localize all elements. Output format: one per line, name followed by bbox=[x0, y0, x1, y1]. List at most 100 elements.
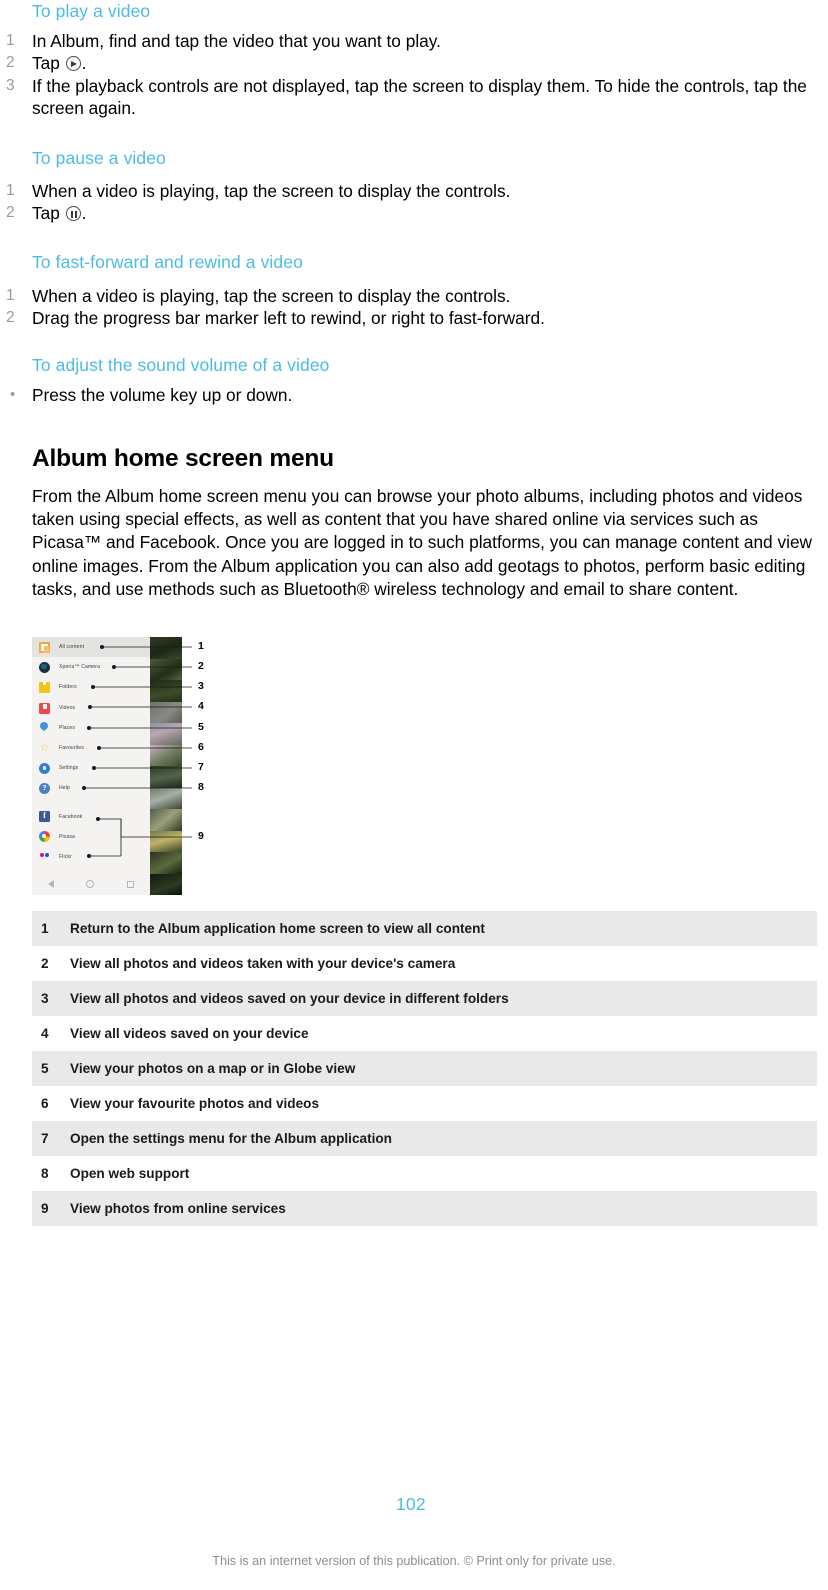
drawer-item-label: Places bbox=[59, 724, 76, 731]
drawer-item-label: Xperia™ Camera bbox=[59, 664, 101, 671]
callout-number: 8 bbox=[198, 781, 204, 793]
album-menu-figure: All content Xperia™ Camera Folders Video… bbox=[32, 637, 222, 895]
drawer-item-help[interactable]: ? Help bbox=[32, 778, 150, 798]
android-navigation-bar bbox=[32, 873, 150, 895]
help-icon: ? bbox=[39, 782, 50, 794]
list-number: 2 bbox=[6, 309, 15, 327]
steps-to-adjust-the-sound-volume: • Press the volume key up or down. bbox=[0, 384, 828, 406]
album-navigation-drawer: All content Xperia™ Camera Folders Video… bbox=[32, 637, 150, 895]
thumbnail bbox=[150, 830, 182, 852]
home-icon[interactable] bbox=[86, 880, 95, 888]
table-row: 6 View your favourite photos and videos bbox=[32, 1086, 817, 1121]
drawer-item-facebook[interactable]: f Facebook bbox=[32, 807, 150, 827]
list-text-before: Tap bbox=[32, 203, 65, 224]
callout-number: 9 bbox=[198, 830, 204, 842]
table-row: 4 View all videos saved on your device bbox=[32, 1016, 817, 1051]
facebook-icon: f bbox=[39, 811, 50, 823]
steps-to-play-a-video: 1 In Album, find and tap the video that … bbox=[0, 30, 828, 120]
legend-number: 2 bbox=[41, 956, 49, 971]
list-text-after: . bbox=[81, 53, 87, 74]
page-title: Album home screen menu bbox=[32, 445, 334, 472]
thumbnail bbox=[150, 637, 182, 659]
list-text: If the playback controls are not display… bbox=[32, 75, 807, 119]
legend-number: 4 bbox=[41, 1026, 49, 1041]
legend-description: View your favourite photos and videos bbox=[70, 1096, 320, 1111]
drawer-item-picasa[interactable]: Picasa bbox=[32, 827, 150, 847]
list-text: Drag the progress bar marker left to rew… bbox=[32, 308, 545, 329]
steps-to-pause-a-video: 1 When a video is playing, tap the scree… bbox=[0, 180, 828, 225]
table-row: 3 View all photos and videos saved on yo… bbox=[32, 981, 817, 1016]
list-text: When a video is playing, tap the screen … bbox=[32, 181, 511, 201]
recents-icon[interactable] bbox=[126, 880, 134, 888]
star-icon: ☆ bbox=[39, 741, 50, 754]
drawer-item-label: Settings bbox=[59, 765, 79, 772]
thumbnail bbox=[150, 873, 182, 895]
list-text: Press the volume key up or down. bbox=[32, 385, 293, 405]
drawer-item-places[interactable]: Places bbox=[32, 718, 150, 738]
legend-description: Open web support bbox=[70, 1166, 190, 1181]
list-text-after: . bbox=[81, 203, 87, 224]
legend-description: View your photos on a map or in Globe vi… bbox=[70, 1051, 817, 1086]
thumbnail bbox=[150, 658, 182, 680]
drawer-item-label: Help bbox=[59, 785, 70, 792]
legend-description: Open the settings menu for the Album app… bbox=[70, 1121, 817, 1156]
list-item: 2 Drag the progress bar marker left to r… bbox=[0, 307, 828, 329]
legend-description: Return to the Album application home scr… bbox=[70, 911, 817, 946]
list-text: When a video is playing, tap the screen … bbox=[32, 286, 511, 306]
list-number: 3 bbox=[6, 76, 15, 94]
drawer-item-flickr[interactable]: Flickr bbox=[32, 847, 150, 867]
list-number: 1 bbox=[6, 182, 15, 199]
drawer-item-videos[interactable]: Videos bbox=[32, 698, 150, 718]
heading-to-pause-a-video: To pause a video bbox=[32, 148, 166, 168]
album-description-paragraph: From the Album home screen menu you can … bbox=[32, 486, 813, 599]
xperia-camera-icon bbox=[39, 661, 50, 673]
legend-number: 9 bbox=[32, 1191, 70, 1226]
table-row: 5 View your photos on a map or in Globe … bbox=[32, 1051, 817, 1086]
page-number: 102 bbox=[396, 1494, 426, 1514]
footer-note: This is an internet version of this publ… bbox=[212, 1554, 616, 1568]
drawer-item-all-content[interactable]: All content bbox=[32, 637, 150, 658]
list-text-before: Tap bbox=[32, 53, 65, 74]
drawer-item-label: All content bbox=[59, 644, 85, 651]
document-page: To play a video 1 In Album, find and tap… bbox=[0, 0, 828, 1590]
list-item: 1 When a video is playing, tap the scree… bbox=[0, 180, 828, 202]
thumbnail bbox=[150, 701, 182, 723]
legend-description: View photos from online services bbox=[70, 1191, 817, 1226]
drawer-item-xperia-camera[interactable]: Xperia™ Camera bbox=[32, 657, 150, 677]
drawer-item-favourites[interactable]: ☆ Favourites bbox=[32, 738, 150, 758]
gear-icon bbox=[39, 762, 50, 774]
legend-description: View all photos and videos taken with yo… bbox=[70, 956, 456, 971]
thumbnail bbox=[150, 787, 182, 809]
picasa-icon bbox=[39, 831, 50, 843]
steps-to-fast-forward-and-rewind-a-video: 1 When a video is playing, tap the scree… bbox=[0, 285, 828, 330]
legend-description: View all videos saved on your device bbox=[70, 1026, 309, 1041]
folder-icon bbox=[39, 681, 50, 694]
drawer-divider-spacer bbox=[32, 799, 150, 807]
drawer-item-label: Favourites bbox=[59, 745, 84, 752]
legend-number: 6 bbox=[41, 1096, 49, 1111]
callout-number: 4 bbox=[198, 700, 204, 712]
drawer-item-settings[interactable]: Settings bbox=[32, 758, 150, 778]
heading-to-fast-forward-and-rewind-a-video: To fast-forward and rewind a video bbox=[32, 252, 303, 272]
drawer-item-folders[interactable]: Folders bbox=[32, 677, 150, 697]
table-row: 1 Return to the Album application home s… bbox=[32, 911, 817, 946]
list-number: 1 bbox=[6, 287, 15, 304]
heading-to-play-a-video: To play a video bbox=[32, 1, 151, 21]
legend-description: View all photos and videos saved on your… bbox=[70, 981, 817, 1016]
thumbnail bbox=[150, 680, 182, 702]
drawer-item-label: Picasa bbox=[59, 833, 76, 840]
all-content-icon bbox=[39, 641, 50, 653]
list-bullet: • bbox=[10, 386, 16, 403]
list-number: 2 bbox=[6, 204, 15, 222]
legend-number: 1 bbox=[32, 911, 70, 946]
list-text: In Album, find and tap the video that yo… bbox=[32, 31, 441, 51]
back-icon[interactable] bbox=[48, 880, 55, 888]
thumbnail bbox=[150, 744, 182, 766]
drawer-item-label: Flickr bbox=[59, 853, 72, 860]
callout-number: 1 bbox=[198, 640, 204, 652]
phone-screenshot: All content Xperia™ Camera Folders Video… bbox=[32, 637, 182, 895]
table-row: 8 Open web support bbox=[32, 1156, 817, 1191]
legend-number: 8 bbox=[41, 1166, 49, 1181]
drawer-item-label: Folders bbox=[59, 684, 77, 691]
flickr-icon bbox=[39, 852, 50, 864]
